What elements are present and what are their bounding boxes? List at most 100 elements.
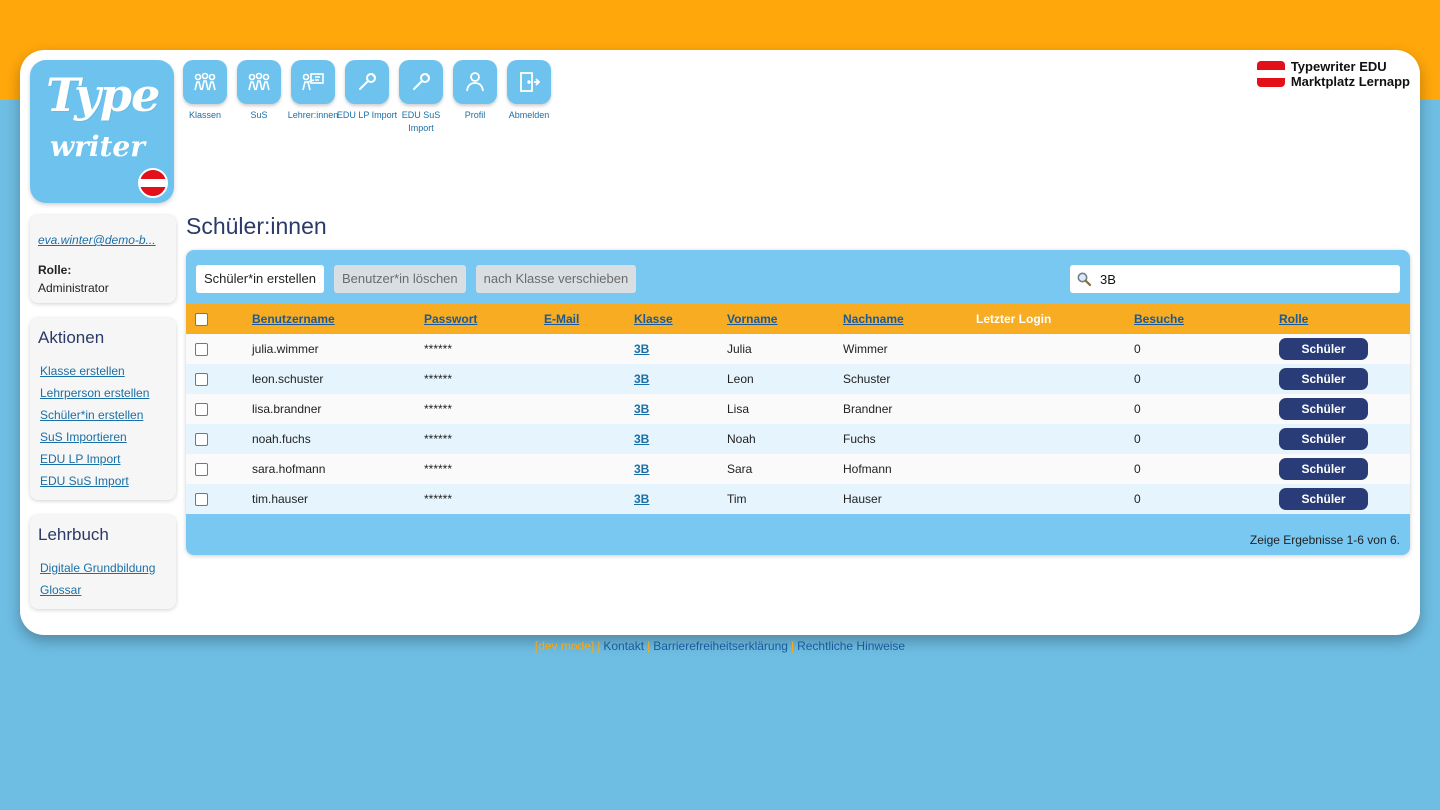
cell-email [544,454,634,484]
user-email-link[interactable]: eva.winter@demo-b... [38,233,168,247]
role-button[interactable]: Schüler [1279,398,1368,420]
cell-klasse[interactable]: 3B [634,484,727,514]
link-digitale-grundbildung[interactable]: Digitale Grundbildung [40,557,168,579]
row-select-cell [186,364,252,394]
cell-rolle: Schüler [1279,484,1410,514]
cell-password: ****** [424,432,453,446]
link-klasse-erstellen[interactable]: Klasse erstellen [40,360,168,382]
cell-username: leon.schuster [252,372,324,386]
link-glossar[interactable]: Glossar [40,579,168,601]
cell-rolle: Schüler [1279,364,1410,394]
col-rolle[interactable]: Rolle [1279,304,1410,334]
footer-separator: | [597,639,601,653]
nav-lehrerinnen[interactable]: Lehrer:innen [288,60,338,135]
cell-vorname: Julia [727,342,752,356]
row-checkbox[interactable] [195,463,208,477]
cell-besuche: 0 [1134,462,1141,476]
link-lehrperson-erstellen[interactable]: Lehrperson erstellen [40,382,168,404]
link-edu-sus-import[interactable]: EDU SuS Import [40,470,168,492]
main-card: Type writer Typewriter EDU Marktplatz Le… [20,50,1420,635]
typewriter-logo[interactable]: Type writer [30,60,174,203]
row-select-cell [186,394,252,424]
role-value: Administrator [38,281,109,295]
logo-line1: Type [46,68,160,122]
nav-profil[interactable]: Profil [453,60,497,135]
cell-password: ****** [424,462,453,476]
cell-nachname: Wimmer [843,342,888,356]
cell-password: ****** [424,342,453,356]
nav-klassen[interactable]: Klassen [183,60,227,135]
link-sus-importieren[interactable]: SuS Importieren [40,426,168,448]
cell-email [544,484,634,514]
cell-klasse[interactable]: 3B [634,424,727,454]
cell-password: ****** [424,372,453,386]
cell-besuche: 0 [1134,402,1141,416]
cell-besuche: 0 [1134,432,1141,446]
role-button[interactable]: Schüler [1279,488,1368,510]
footer-link-barrierefreiheit[interactable]: Barrierefreiheitserklärung [653,639,788,653]
row-checkbox[interactable] [195,373,208,387]
cell-klasse[interactable]: 3B [634,454,727,484]
group-icon [183,60,227,104]
role-button[interactable]: Schüler [1279,458,1368,480]
cell-vorname: Leon [727,372,754,386]
search-input[interactable] [1098,270,1388,288]
logo-line2: writer [50,130,145,163]
nav-abmelden[interactable]: Abmelden [507,60,551,135]
cell-username: lisa.brandner [252,402,322,416]
brand-line1: Typewriter EDU [1290,59,1387,74]
cell-last-login [976,394,1134,424]
cell-password: ****** [424,492,453,506]
cell-nachname: Schuster [843,372,891,386]
table-row: sara.hofmann ****** 3B Sara Hofmann 0 Schüler [186,454,1410,484]
nav-edu-lp-import[interactable]: EDU LP Import [337,60,397,135]
col-besuche[interactable]: Besuche [1134,304,1279,334]
role-button[interactable]: Schüler [1279,368,1368,390]
footer-separator: | [790,639,795,653]
cell-nachname: Brandner [843,402,893,416]
footer: [dev mode] | Kontakt | Barrierefreiheitserkl… [0,639,1440,653]
link-edu-lp-import[interactable]: EDU LP Import [40,448,168,470]
footer-link-kontakt[interactable]: Kontakt [603,639,644,653]
create-student-button[interactable]: Schüler*in erstellen [196,265,325,293]
delete-user-button[interactable]: Benutzer*in löschen [334,265,466,293]
row-checkbox[interactable] [195,343,208,357]
cell-klasse[interactable]: 3B [634,364,727,394]
austria-flag-icon [138,168,168,198]
page-title: Schüler:innen [186,213,327,239]
cell-password: ****** [424,402,453,416]
nav-sus[interactable]: SuS [237,60,281,135]
row-select-cell [186,454,252,484]
cell-email [544,364,634,394]
col-klasse[interactable]: Klasse [634,304,727,334]
col-nachname[interactable]: Nachname [843,304,976,334]
col-email[interactable]: E-Mail [544,304,634,334]
students-icon [237,60,281,104]
cell-username: julia.wimmer [252,342,319,356]
cell-username: sara.hofmann [252,462,326,476]
actions-box: Aktionen Klasse erstellen Lehrperson ers… [30,318,176,500]
select-all-checkbox[interactable] [195,313,208,327]
role-button[interactable]: Schüler [1279,338,1368,360]
link-schueler-erstellen[interactable]: Schüler*in erstellen [40,404,168,426]
cell-klasse[interactable]: 3B [634,394,727,424]
move-to-class-button[interactable]: nach Klasse verschieben [475,265,637,293]
col-benutzername[interactable]: Benutzername [252,304,424,334]
actions-title: Aktionen [38,328,105,347]
role-button[interactable]: Schüler [1279,428,1368,450]
row-checkbox[interactable] [195,493,208,507]
table-row: lisa.brandner ****** 3B Lisa Brandner 0 Schüle… [186,394,1410,424]
row-checkbox[interactable] [195,433,208,447]
col-passwort[interactable]: Passwort [424,304,544,334]
cell-last-login [976,364,1134,394]
cell-klasse[interactable]: 3B [634,334,727,364]
row-checkbox[interactable] [195,403,208,417]
col-vorname[interactable]: Vorname [727,304,843,334]
wrench-icon [399,60,443,104]
nav-edu-sus-import[interactable]: EDU SuS Import [399,60,443,135]
results-count: Zeige Ergebnisse 1-6 von 6. [1249,533,1400,547]
footer-link-rechtliches[interactable]: Rechtliche Hinweise [797,639,905,653]
cell-username: tim.hauser [252,492,309,506]
cell-username: noah.fuchs [252,432,311,446]
search-box [1070,265,1400,293]
